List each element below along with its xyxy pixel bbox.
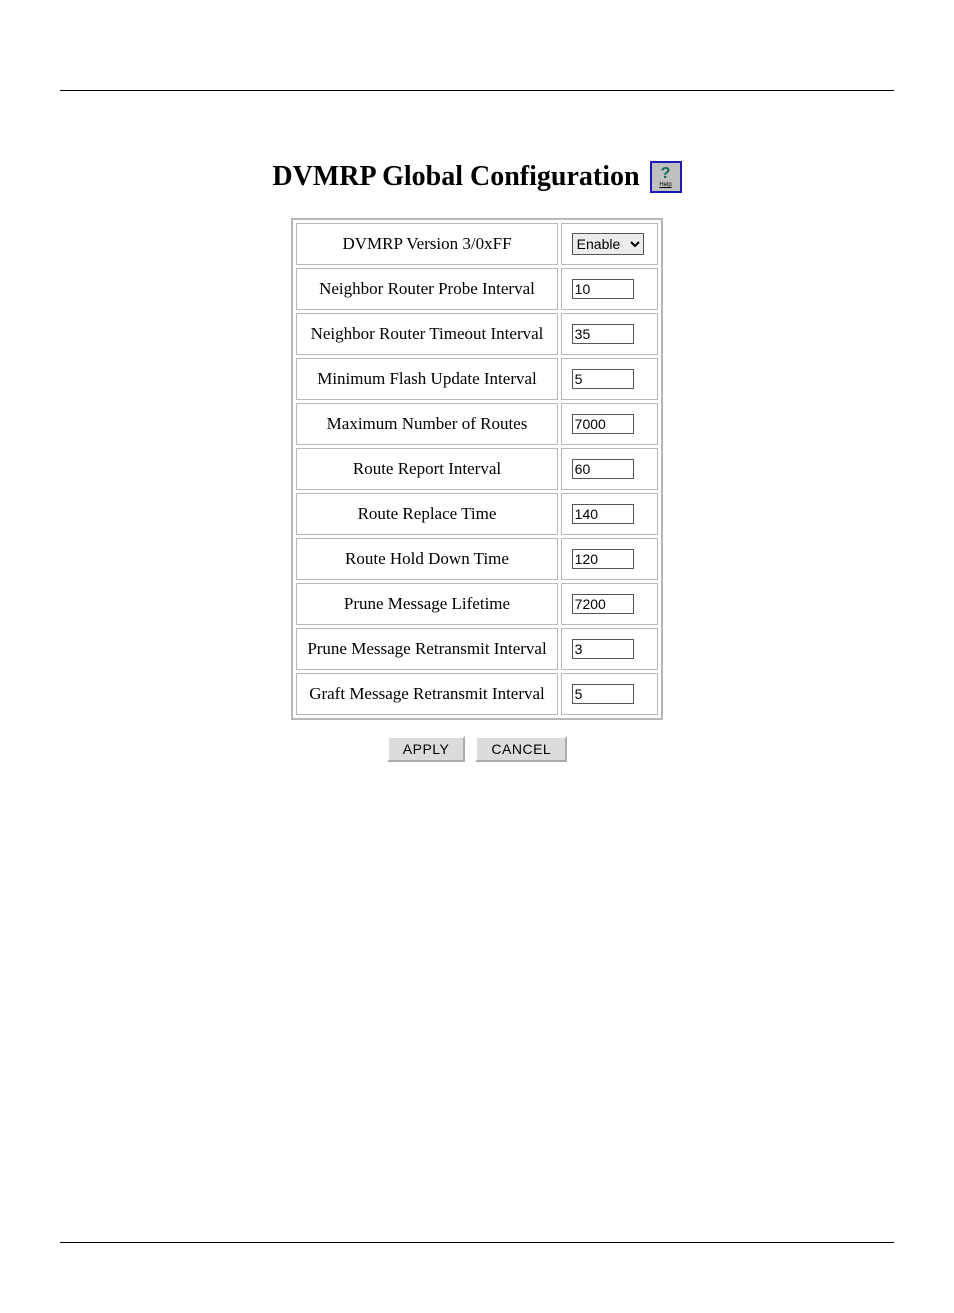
label-route-replace: Route Replace Time: [296, 493, 557, 535]
dvmrp-version-select[interactable]: Enable: [572, 233, 644, 255]
bottom-divider: [60, 1242, 894, 1243]
cell-route-report: [561, 448, 658, 490]
cell-max-routes: [561, 403, 658, 445]
route-report-input[interactable]: [572, 459, 634, 479]
flash-update-input[interactable]: [572, 369, 634, 389]
cell-prune-lifetime: [561, 583, 658, 625]
button-row: APPLY CANCEL: [387, 736, 567, 762]
cell-prune-retransmit: [561, 628, 658, 670]
cell-route-replace: [561, 493, 658, 535]
label-prune-retransmit: Prune Message Retransmit Interval: [296, 628, 557, 670]
route-holddown-input[interactable]: [572, 549, 634, 569]
graft-retransmit-input[interactable]: [572, 684, 634, 704]
label-probe-interval: Neighbor Router Probe Interval: [296, 268, 557, 310]
label-dvmrp-version: DVMRP Version 3/0xFF: [296, 223, 557, 265]
cell-route-holddown: [561, 538, 658, 580]
help-button[interactable]: ? Help: [650, 161, 682, 193]
prune-lifetime-input[interactable]: [572, 594, 634, 614]
cell-dvmrp-version: Enable: [561, 223, 658, 265]
probe-interval-input[interactable]: [572, 279, 634, 299]
config-table: DVMRP Version 3/0xFF Enable Neighbor Rou…: [291, 218, 662, 720]
label-route-holddown: Route Hold Down Time: [296, 538, 557, 580]
route-replace-input[interactable]: [572, 504, 634, 524]
help-icon: ?: [661, 166, 671, 182]
label-timeout-interval: Neighbor Router Timeout Interval: [296, 313, 557, 355]
help-label: Help: [659, 182, 671, 188]
label-prune-lifetime: Prune Message Lifetime: [296, 583, 557, 625]
apply-button[interactable]: APPLY: [387, 736, 466, 762]
cell-graft-retransmit: [561, 673, 658, 715]
cell-timeout-interval: [561, 313, 658, 355]
page-title: DVMRP Global Configuration: [272, 161, 639, 193]
label-flash-update: Minimum Flash Update Interval: [296, 358, 557, 400]
label-max-routes: Maximum Number of Routes: [296, 403, 557, 445]
timeout-interval-input[interactable]: [572, 324, 634, 344]
cancel-button[interactable]: CANCEL: [475, 736, 567, 762]
prune-retransmit-input[interactable]: [572, 639, 634, 659]
top-divider: [60, 90, 894, 91]
label-graft-retransmit: Graft Message Retransmit Interval: [296, 673, 557, 715]
label-route-report: Route Report Interval: [296, 448, 557, 490]
cell-flash-update: [561, 358, 658, 400]
max-routes-input[interactable]: [572, 414, 634, 434]
cell-probe-interval: [561, 268, 658, 310]
